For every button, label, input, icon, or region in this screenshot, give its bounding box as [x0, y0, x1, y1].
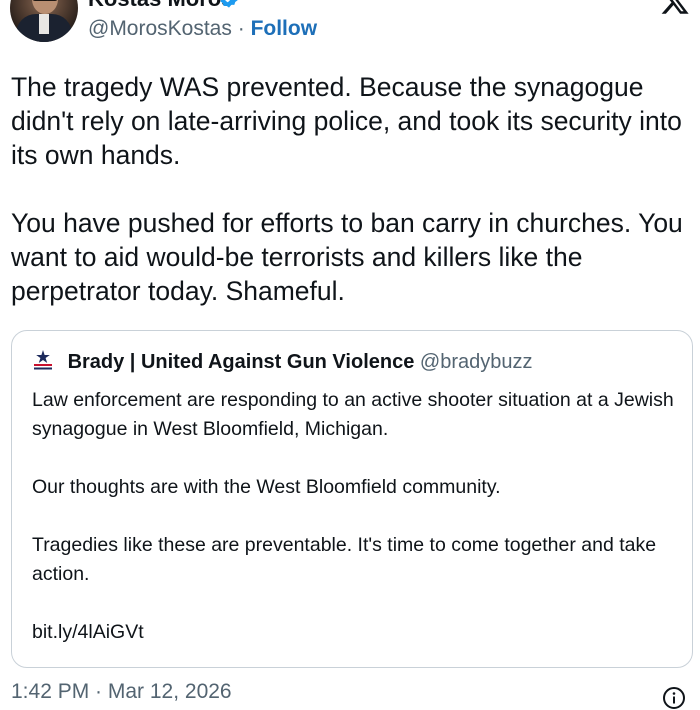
verified-badge-icon — [220, 0, 238, 8]
tweet-text: The tragedy WAS prevented. Because the s… — [11, 70, 691, 308]
quoted-paragraph: Law enforcement are responding to an act… — [32, 389, 674, 440]
quoted-author-handle[interactable]: @bradybuzz — [420, 351, 533, 373]
post-card: Kostas Moros @MorosKostas · Follow The t… — [0, 0, 700, 709]
avatar[interactable] — [10, 0, 78, 42]
author-handle[interactable]: @MorosKostas — [88, 17, 232, 40]
info-icon[interactable] — [662, 686, 686, 710]
quoted-paragraph: Tragedies like these are preventable. It… — [32, 534, 657, 585]
x-logo-icon[interactable] — [660, 0, 690, 16]
tweet-timestamp[interactable]: 1:42 PM · Mar 12, 2026 — [11, 680, 232, 704]
author-display-name[interactable]: Kostas Moros — [88, 0, 233, 12]
quoted-paragraph: Our thoughts are with the West Bloomfiel… — [32, 476, 501, 498]
tweet-paragraph: You have pushed for efforts to ban carry… — [11, 208, 683, 306]
author-handle-line: @MorosKostas · Follow — [88, 17, 317, 41]
brady-logo-icon — [34, 350, 52, 370]
quoted-author-name[interactable]: Brady | United Against Gun Violence — [68, 351, 415, 373]
quoted-tweet-text: Law enforcement are responding to an act… — [32, 386, 682, 647]
quoted-tweet-header: Brady | United Against Gun Violence @bra… — [32, 349, 532, 374]
follow-button[interactable]: Follow — [251, 17, 318, 40]
tweet-paragraph: The tragedy WAS prevented. Because the s… — [11, 72, 682, 170]
handle-separator: · — [237, 17, 245, 40]
quoted-tweet-link[interactable]: bit.ly/4lAiGVt — [32, 618, 682, 647]
quoted-tweet-card[interactable]: Brady | United Against Gun Violence @bra… — [11, 330, 693, 668]
